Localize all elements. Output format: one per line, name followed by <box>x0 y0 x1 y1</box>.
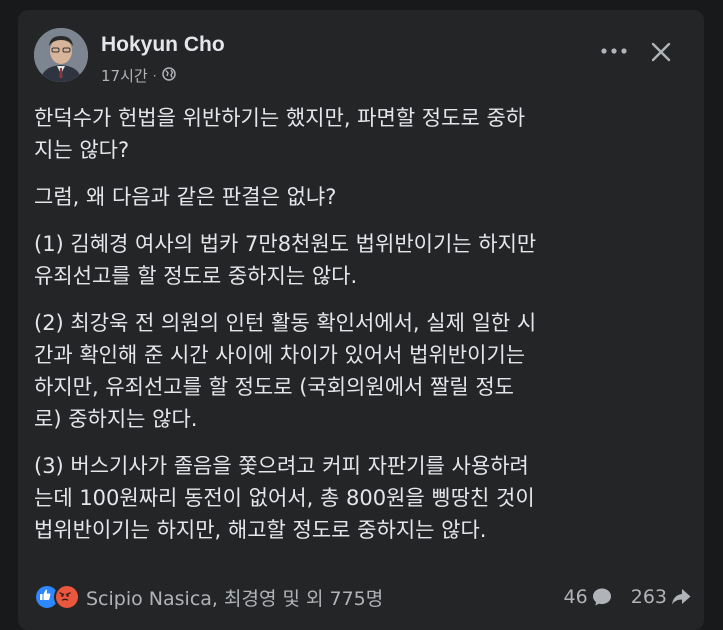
shares-count: 263 <box>630 586 667 608</box>
more-options-button[interactable] <box>596 38 632 64</box>
globe-icon <box>161 66 176 85</box>
share-arrow-icon <box>672 589 691 605</box>
author-avatar[interactable] <box>34 28 88 82</box>
post-body: 한덕수가 헌법을 위반하기는 했지만, 파면할 정도로 중하 지는 않다? 그럼… <box>34 102 694 561</box>
reactors-summary[interactable]: Scipio Nasica, 최경영 및 외 775명 <box>86 584 383 611</box>
comment-bubble-icon <box>592 588 611 606</box>
reaction-icons[interactable] <box>34 584 80 610</box>
avatar-image <box>34 28 88 82</box>
post-stats: 46 263 <box>564 586 692 608</box>
post-paragraph: (2) 최강욱 전 의원의 인턴 활동 확인서에서, 실제 일한 시 간과 확인… <box>34 311 537 431</box>
close-button[interactable] <box>645 36 677 68</box>
meta-separator: · <box>152 68 157 83</box>
angry-icon <box>54 584 80 610</box>
post-paragraph: (1) 김혜경 여사의 법카 7만8천원도 법위반이기는 하지만 유죄선고를 할… <box>34 232 537 288</box>
close-icon <box>651 42 671 62</box>
comments-count-button[interactable]: 46 <box>564 586 613 608</box>
post-timestamp[interactable]: 17시간 <box>101 65 148 86</box>
more-dots-icon <box>601 48 627 54</box>
post-paragraph: 한덕수가 헌법을 위반하기는 했지만, 파면할 정도로 중하 지는 않다? <box>34 106 526 162</box>
post-paragraph: (3) 버스기사가 졸음을 쫓으려고 커피 자판기를 사용하려 는데 100원짜… <box>34 454 535 542</box>
author-name[interactable]: Hokyun Cho <box>101 33 225 57</box>
shares-count-button[interactable]: 263 <box>631 586 692 608</box>
post-footer: Scipio Nasica, 최경영 및 외 775명 46 263 <box>34 582 692 612</box>
post-meta: 17시간 · <box>101 65 176 86</box>
post-card: Hokyun Cho 17시간 · 한덕수가 헌법을 위반하기는 했지만, 파면… <box>18 10 704 630</box>
post-paragraph: 그럼, 왜 다음과 같은 판결은 없냐? <box>34 185 337 209</box>
comments-count: 46 <box>563 586 588 608</box>
